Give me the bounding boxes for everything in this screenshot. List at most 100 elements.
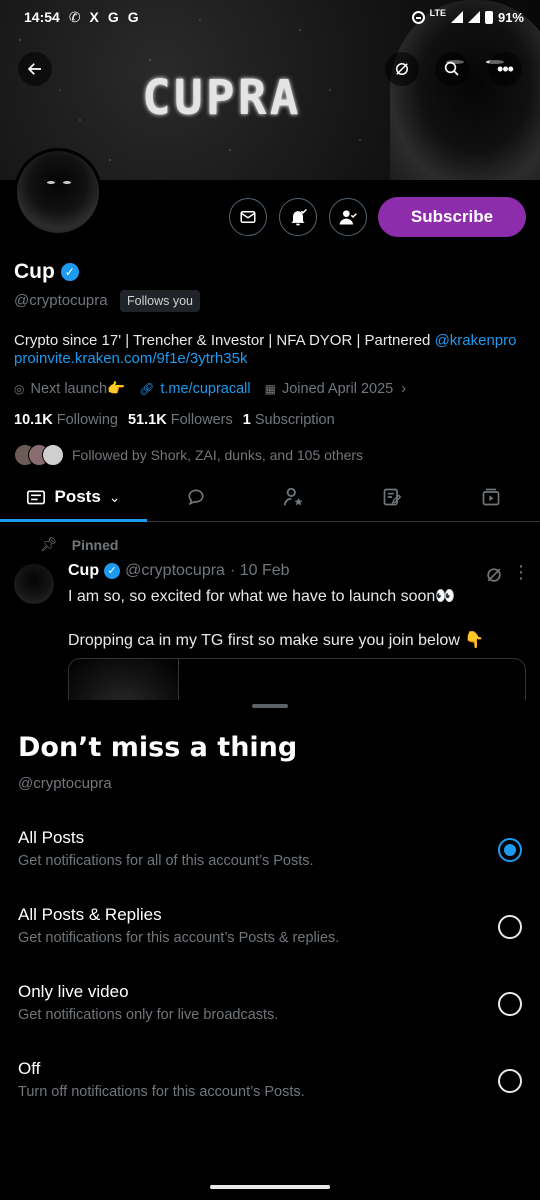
tab-highlights[interactable] [245,472,343,522]
x-app-icon: X [89,9,99,25]
bio-mention-link[interactable]: @krakenpro [435,332,517,349]
sheet-grab-handle[interactable] [252,704,288,708]
battery-percent: 91% [497,9,524,25]
avatar-eye-left [47,181,55,184]
pin-icon: 📌︎ [40,536,58,552]
pinned-label: 📌︎ Pinned [40,536,118,553]
following-count: 10.1K [14,412,53,428]
profile-display-name: Cup [14,260,55,283]
calendar-icon: ▦ [264,381,276,396]
chevron-right-icon[interactable]: › [401,381,406,397]
verified-badge-icon: ✓ [60,263,79,281]
grok-button[interactable] [385,52,419,86]
profile-name: Cup ✓ [14,260,79,284]
envelope-icon [240,211,256,223]
follows-you-badge: Follows you [120,290,200,312]
followers-stat[interactable]: 51.1K Followers [128,412,233,428]
bio-text: Crypto since 17' | Trencher & Investor |… [14,332,435,349]
radio-selected[interactable] [498,838,522,862]
post-body: I am so, so excited for what we have to … [68,586,528,652]
notification-sheet: Don’t miss a thing @cryptocupra All Post… [0,700,540,1200]
post-more-icon[interactable]: ⋮ [512,562,530,583]
message-button[interactable] [229,198,267,236]
post-author[interactable]: Cup [68,562,99,580]
profile-website-link[interactable]: t.me/cupracall [160,381,250,397]
tab-media[interactable] [441,472,540,522]
post-avatar[interactable] [14,564,54,604]
option-desc: Turn off notifications for this account’… [18,1084,305,1100]
option-desc: Get notifications only for live broadcas… [18,1007,279,1023]
search-button[interactable] [435,52,469,86]
profile-meta: ◎ Next launch👉 🔗︎ t.me/cupracall ▦ Joine… [14,380,406,398]
subscription-label: Subscription [254,412,335,428]
reply-icon [188,489,204,506]
profile-location: Next launch👉 [30,381,126,397]
location-pin-icon: ◎ [14,381,25,396]
profile-stats: 10.1K Following 51.1K Followers 1 Subscr… [14,412,335,428]
profile-bio: Crypto since 17' | Trencher & Investor |… [14,332,529,368]
person-check-icon [339,210,357,225]
option-title: All Posts [18,828,85,847]
avatar[interactable] [14,148,102,236]
profile-joined: Joined April 2025 [281,380,394,397]
network-type: LTE [429,8,446,18]
following-stat[interactable]: 10.1K Following [14,412,118,428]
post-line-2: Dropping ca in my TG first so make sure … [68,632,485,649]
radio-unselected[interactable] [498,915,522,939]
dnd-icon [411,10,425,24]
whatsapp-icon: ✆ [68,8,81,25]
sheet-title: Don’t miss a thing [18,732,298,763]
radio-unselected[interactable] [498,1069,522,1093]
status-bar: 14:54 ✆ X G G LTE 91% [0,0,540,34]
grok-icon [396,63,408,75]
profile-tabs: Posts ⌄ [0,472,540,522]
post-line-1: I am so, so excited for what we have to … [68,588,456,605]
option-only-live-video[interactable]: Only live video Get notifications only f… [18,982,522,1036]
subscribe-button[interactable]: Subscribe [378,197,526,237]
status-time: 14:54 [24,9,60,25]
followed-by[interactable]: Followed by Shork, ZAI, dunks, and 105 o… [14,444,363,466]
post-handle: @cryptocupra [125,562,225,579]
followed-by-text: Followed by Shork, ZAI, dunks, and 105 o… [72,447,364,463]
subscription-count: 1 [242,412,251,428]
person-star-icon [283,487,303,506]
grok-icon[interactable] [484,565,504,585]
more-button[interactable]: ••• [488,52,522,86]
signal-icon-2 [467,11,480,23]
banner-logo: CUPRA [142,70,302,126]
sheet-handle: @cryptocupra [18,775,112,792]
option-all-posts[interactable]: All Posts Get notifications for all of t… [18,828,522,882]
followers-count: 51.1K [127,412,167,428]
tab-posts[interactable]: Posts ⌄ [0,472,147,522]
google-icon-2: G [127,9,139,25]
tab-articles[interactable] [343,472,441,522]
following-button[interactable] [329,198,367,236]
article-icon [383,488,402,506]
gesture-home-bar[interactable] [210,1185,330,1189]
bell-check-icon [291,208,307,226]
option-desc: Get notifications for all of this accoun… [18,853,314,869]
option-title: All Posts & Replies [18,905,162,924]
tab-replies[interactable] [147,472,245,522]
subscription-stat[interactable]: 1 Subscription [243,412,335,428]
option-title: Off [18,1059,41,1078]
radio-unselected[interactable] [498,992,522,1016]
google-icon: G [107,9,119,25]
battery-icon [484,10,493,24]
link-icon: 🔗︎ [139,381,155,396]
post-date: · 10 Feb [229,562,290,579]
search-icon [444,61,459,76]
option-all-posts-replies[interactable]: All Posts & Replies Get notifications fo… [18,905,522,959]
post-header: Cup ✓ @cryptocupra · 10 Feb [68,562,290,580]
bio-url-link[interactable]: proinvite.kraken.com/9f1e/3ytrh35k [14,350,247,367]
arrow-left-icon [27,63,41,75]
signal-icon [450,11,463,23]
back-button[interactable] [18,52,52,86]
pinned-text: Pinned [71,536,119,553]
option-desc: Get notifications for this account’s Pos… [18,930,340,946]
active-tab-indicator [0,519,147,522]
tab-posts-label: Posts [54,487,101,506]
option-off[interactable]: Off Turn off notifications for this acco… [18,1059,522,1113]
more-dots-icon: ••• [497,58,514,79]
notifications-button[interactable] [279,198,317,236]
